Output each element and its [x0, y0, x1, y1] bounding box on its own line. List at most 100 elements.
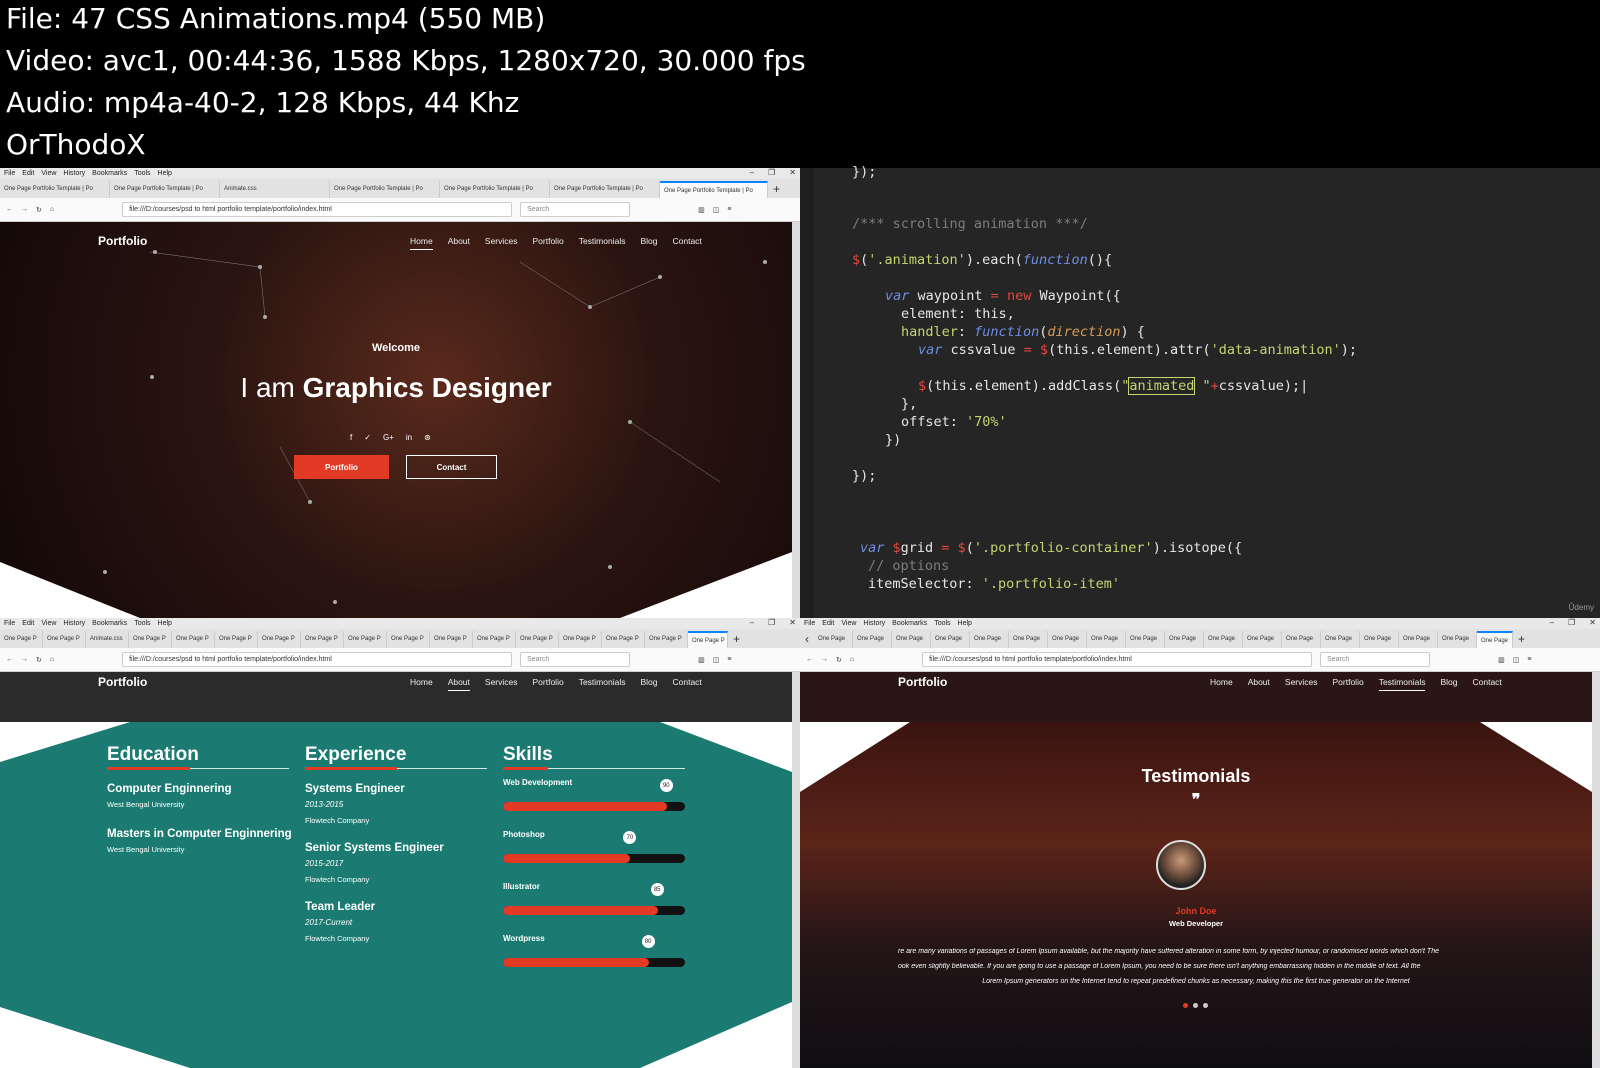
browser-tab[interactable]: One Page P	[129, 631, 172, 648]
nav-services[interactable]: Services	[485, 677, 518, 691]
browser-tab[interactable]: One Page P	[473, 631, 516, 648]
nav-contact[interactable]: Contact	[672, 236, 701, 250]
browser-tab[interactable]: One Page P	[602, 631, 645, 648]
site-logo[interactable]: Portfolio	[98, 234, 147, 248]
nav-about[interactable]: About	[1248, 677, 1270, 691]
site-logo[interactable]: Portfolio	[898, 675, 947, 689]
menu-file[interactable]: File	[4, 170, 15, 177]
browser-tab[interactable]: One Page P	[0, 631, 43, 648]
browser-tab[interactable]: One Page P	[430, 631, 473, 648]
browser-tab[interactable]: One Page P	[172, 631, 215, 648]
nav-services[interactable]: Services	[1285, 677, 1318, 691]
menu-edit[interactable]: Edit	[822, 620, 834, 627]
dribbble-icon[interactable]: ⊛	[424, 433, 431, 442]
nav-home[interactable]: Home	[410, 677, 433, 691]
browser-tab[interactable]: Animate.css	[220, 181, 330, 198]
carousel-dot[interactable]	[1203, 1003, 1208, 1008]
menu-edit[interactable]: Edit	[22, 170, 34, 177]
forward-icon[interactable]: →	[21, 206, 28, 213]
nav-blog[interactable]: Blog	[1440, 677, 1457, 691]
menu-view[interactable]: View	[41, 170, 56, 177]
browser-tab[interactable]: One Page	[1282, 631, 1321, 648]
restore-icon[interactable]: ❐	[768, 618, 775, 627]
forward-icon[interactable]: →	[821, 656, 828, 663]
nav-about[interactable]: About	[447, 677, 470, 691]
code-line-cursor[interactable]: $(this.element).addClass("animated "+css…	[918, 377, 1308, 395]
minimize-icon[interactable]: –	[750, 618, 754, 627]
scrollbar[interactable]	[1592, 672, 1600, 1068]
browser-tab[interactable]: One Page	[1009, 631, 1048, 648]
menu-view[interactable]: View	[41, 620, 56, 627]
back-icon[interactable]: ←	[6, 656, 13, 663]
browser-tab[interactable]: One Page	[1165, 631, 1204, 648]
browser-tab[interactable]: One Page P	[387, 631, 430, 648]
search-input[interactable]: Search	[520, 202, 631, 217]
reload-icon[interactable]: ↻	[36, 656, 42, 664]
home-icon[interactable]: ⌂	[850, 656, 854, 663]
browser-tab[interactable]: One Page	[970, 631, 1009, 648]
minimize-icon[interactable]: –	[750, 168, 754, 177]
nav-contact[interactable]: Contact	[672, 677, 701, 691]
browser-tab[interactable]: One Page	[1360, 631, 1399, 648]
menu-help[interactable]: Help	[158, 170, 172, 177]
nav-portfolio[interactable]: Portfolio	[533, 236, 564, 250]
nav-portfolio[interactable]: Portfolio	[533, 677, 564, 691]
nav-about[interactable]: About	[448, 236, 470, 250]
menu-history[interactable]: History	[63, 170, 85, 177]
back-icon[interactable]: ←	[806, 656, 813, 663]
facebook-icon[interactable]: f	[350, 433, 352, 442]
browser-tab[interactable]: One Page	[1243, 631, 1282, 648]
browser-tab[interactable]: One Page Portfolio Template | Po	[550, 181, 660, 198]
sidebar-icon[interactable]: ◫	[713, 656, 720, 664]
restore-icon[interactable]: ❐	[768, 168, 775, 177]
browser-tab[interactable]: One Page P	[344, 631, 387, 648]
nav-testimonials[interactable]: Testimonials	[579, 236, 626, 250]
menu-history[interactable]: History	[63, 620, 85, 627]
sidebar-icon[interactable]: ◫	[713, 206, 720, 214]
browser-tab[interactable]: One Page Portfolio Template | Po	[330, 181, 440, 198]
carousel-dot-active[interactable]	[1183, 1003, 1188, 1008]
search-input[interactable]: Search	[1320, 652, 1431, 667]
close-icon[interactable]: ✕	[789, 618, 796, 627]
browser-tab-active[interactable]: One Page P	[688, 631, 728, 648]
browser-tab[interactable]: One Page	[1048, 631, 1087, 648]
menu-file[interactable]: File	[4, 620, 15, 627]
scrollbar[interactable]	[792, 222, 800, 618]
browser-tab-active[interactable]: One Page Portfolio Template | Po	[660, 181, 768, 198]
menu-tools[interactable]: Tools	[134, 170, 150, 177]
browser-tab[interactable]: One Page	[1087, 631, 1126, 648]
nav-home[interactable]: Home	[410, 236, 433, 250]
new-tab-icon[interactable]: +	[1513, 632, 1530, 646]
browser-tab[interactable]: One Page P	[516, 631, 559, 648]
menu-history[interactable]: History	[863, 620, 885, 627]
nav-services[interactable]: Services	[485, 236, 518, 250]
twitter-icon[interactable]: ✓	[364, 433, 371, 442]
menu-icon[interactable]: ≡	[1527, 656, 1531, 663]
browser-tab-active[interactable]: One Page	[1477, 631, 1513, 648]
search-input[interactable]: Search	[520, 652, 631, 667]
back-icon[interactable]: ←	[6, 206, 13, 213]
close-icon[interactable]: ✕	[1589, 618, 1596, 627]
menu-view[interactable]: View	[841, 620, 856, 627]
scrollbar[interactable]	[792, 672, 800, 1068]
menu-help[interactable]: Help	[158, 620, 172, 627]
library-icon[interactable]: ▥	[698, 206, 705, 214]
portfolio-button[interactable]: Portfolio	[294, 455, 389, 479]
browser-tab[interactable]: One Page P	[215, 631, 258, 648]
google-plus-icon[interactable]: G+	[383, 433, 394, 442]
library-icon[interactable]: ▥	[1498, 656, 1505, 664]
browser-tab[interactable]: One Page	[1438, 631, 1477, 648]
browser-tab[interactable]: One Page P	[258, 631, 301, 648]
library-icon[interactable]: ▥	[698, 656, 705, 664]
browser-tab[interactable]: One Page Portfolio Template | Po	[440, 181, 550, 198]
browser-tab[interactable]: One Page Portfolio Template | Po	[110, 181, 220, 198]
home-icon[interactable]: ⌂	[50, 656, 54, 663]
close-icon[interactable]: ✕	[789, 168, 796, 177]
carousel-dot[interactable]	[1193, 1003, 1198, 1008]
address-input[interactable]: file:///D:/courses/psd to html portfolio…	[122, 202, 513, 217]
new-tab-icon[interactable]: +	[728, 632, 745, 646]
contact-button[interactable]: Contact	[406, 455, 497, 479]
browser-tab[interactable]: One Page	[1204, 631, 1243, 648]
menu-icon[interactable]: ≡	[727, 656, 731, 663]
address-input[interactable]: file:///D:/courses/psd to html portfolio…	[922, 652, 1313, 667]
